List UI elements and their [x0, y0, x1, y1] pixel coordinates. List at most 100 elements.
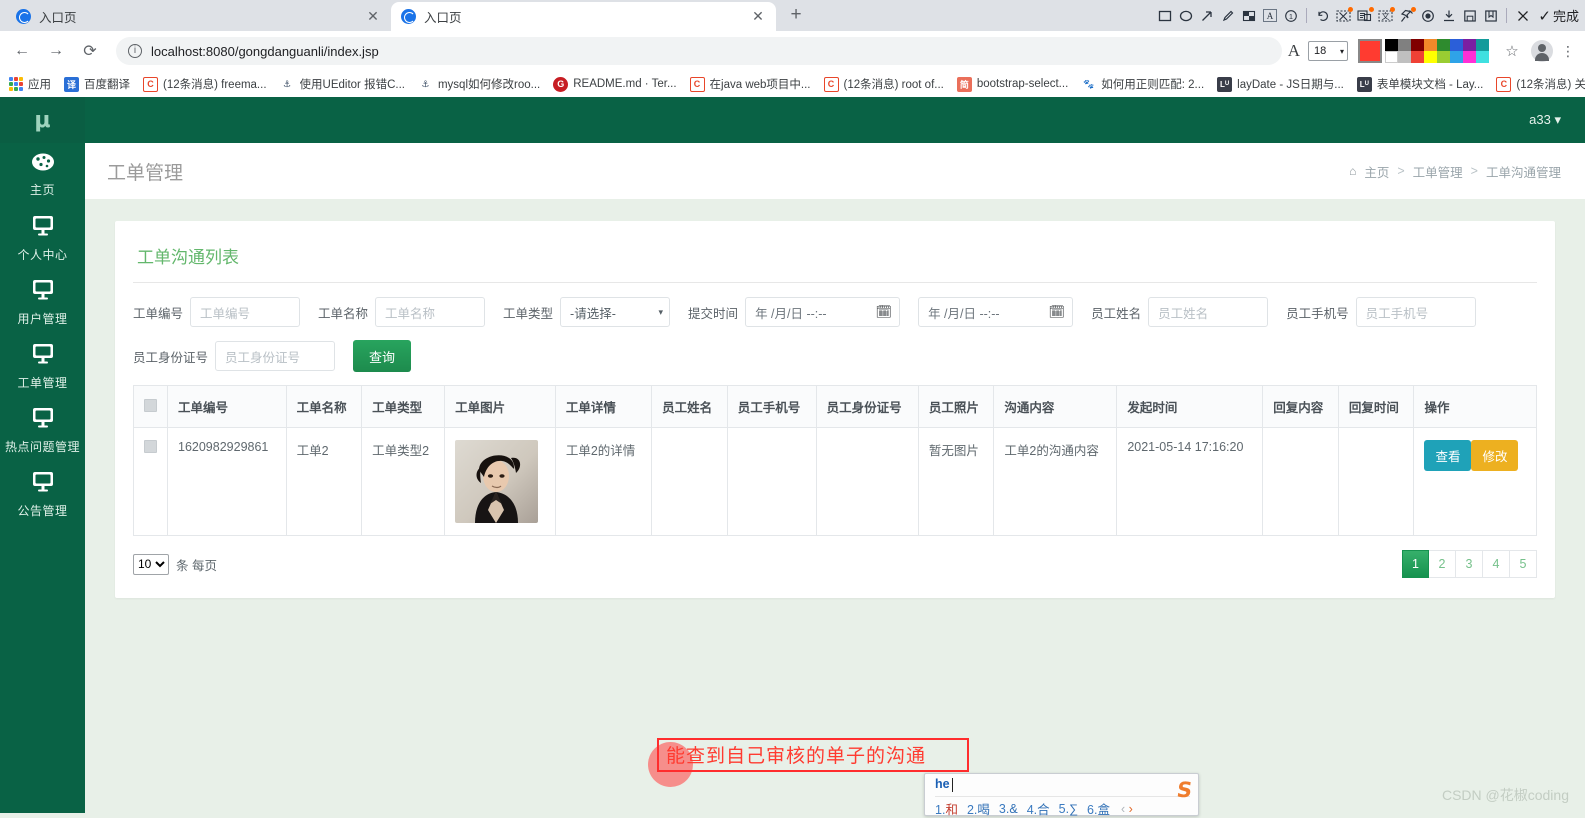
td-select[interactable]: [133, 427, 168, 536]
bookmark-item[interactable]: C (12条消息) freema...: [143, 76, 267, 92]
bookmark-item[interactable]: 🐾 如何用正则匹配: 2...: [1081, 76, 1204, 92]
page-button-2[interactable]: 2: [1429, 550, 1456, 578]
ime-candidate-1[interactable]: 1.和: [935, 799, 958, 818]
bookmark-item[interactable]: L U layDate - JS日期与...: [1217, 76, 1344, 92]
browser-tab-2[interactable]: 入口页 ✕: [391, 2, 776, 31]
ime-candidate-5[interactable]: 5.∑: [1059, 802, 1078, 816]
forward-icon[interactable]: →: [42, 37, 70, 65]
confirm-check-icon[interactable]: ✓: [1538, 7, 1551, 25]
close-icon[interactable]: ✕: [750, 8, 766, 25]
sidebar-item-profile[interactable]: 个人中心: [0, 207, 85, 271]
ime-candidate-6[interactable]: 6.盒: [1087, 799, 1110, 818]
ime-candidate-3[interactable]: 3.&: [999, 802, 1018, 816]
th-reply-time: 回复时间: [1337, 385, 1415, 428]
sidebar-item-hot-issues[interactable]: 热点问题管理: [0, 399, 85, 463]
breadcrumb-item-home[interactable]: 主页: [1364, 162, 1389, 181]
table-row[interactable]: 1620982929861 工单2 工单类型2 工单2的详情 暂无图片 工单2的…: [133, 427, 1537, 536]
ocr-tool-icon[interactable]: [1354, 5, 1375, 27]
font-size-select[interactable]: 18 ▾: [1308, 41, 1348, 61]
employee-id-input[interactable]: 员工身份证号: [215, 341, 336, 371]
page-size-select[interactable]: 10: [133, 553, 169, 575]
reload-icon[interactable]: ⟳: [76, 37, 104, 65]
translate-tool-icon[interactable]: 文: [1375, 5, 1396, 27]
serial-number-tool-icon[interactable]: 1: [1280, 5, 1301, 27]
page-button-1[interactable]: 1: [1402, 550, 1429, 578]
ime-prev-page[interactable]: ‹: [1121, 802, 1125, 816]
bookmark-item[interactable]: G README.md · Ter...: [553, 76, 677, 92]
new-tab-button[interactable]: +: [782, 2, 810, 30]
bookmark-label: 表单模块文档 - Lay...: [1376, 79, 1484, 91]
undo-tool-icon[interactable]: [1312, 5, 1333, 27]
sidebar-item-workorder[interactable]: 工单管理: [0, 335, 85, 399]
close-icon[interactable]: ✕: [365, 8, 381, 25]
ime-candidate-4[interactable]: 4.合: [1027, 799, 1050, 818]
cut-tool-icon[interactable]: [1333, 5, 1354, 27]
color-palette[interactable]: [1385, 39, 1489, 63]
pin-tool-icon[interactable]: [1396, 5, 1417, 27]
view-button[interactable]: 查看: [1424, 440, 1472, 471]
ime-candidate-2[interactable]: 2.喝: [967, 799, 990, 818]
submit-time-start[interactable]: 年 /月/日 --:-- 🗓: [745, 297, 901, 327]
browser-menu-icon[interactable]: ⋮: [1559, 44, 1577, 58]
profile-avatar[interactable]: [1531, 40, 1553, 62]
back-icon[interactable]: ←: [8, 37, 36, 65]
workorder-photo[interactable]: [455, 440, 539, 523]
ime-next-page[interactable]: ›: [1129, 802, 1133, 816]
arrow-tool-icon[interactable]: [1196, 5, 1217, 27]
select-all-checkbox[interactable]: [144, 398, 157, 412]
page-button-5[interactable]: 5: [1510, 550, 1537, 578]
bookmark-item[interactable]: ⚓ mysql如何修改roo...: [418, 76, 540, 92]
td-order-type: 工单类型2: [361, 427, 446, 536]
query-button[interactable]: 查询: [353, 340, 412, 372]
ellipse-tool-icon[interactable]: [1175, 5, 1196, 27]
address-bar[interactable]: i localhost:8080/gongdanguanli/index.jsp: [116, 37, 1282, 65]
submit-time-end[interactable]: 年 /月/日 --:-- 🗓: [918, 297, 1074, 327]
bookmark-item[interactable]: ⚓ 使用UEditor 报错C...: [280, 76, 405, 92]
current-color-swatch[interactable]: [1358, 39, 1382, 63]
bookmark-item[interactable]: L U 表单模块文档 - Lay...: [1356, 76, 1484, 92]
order-no-input[interactable]: 工单编号: [190, 297, 301, 327]
th-employee-photo: 员工照片: [917, 385, 995, 428]
sidebar-item-home[interactable]: 主页: [0, 143, 85, 207]
user-menu[interactable]: a33 ▾: [1529, 112, 1561, 128]
confirm-label[interactable]: 完成: [1553, 6, 1579, 25]
app-logo[interactable]: μ: [0, 97, 85, 143]
sidebar-item-announcement[interactable]: 公告管理: [0, 463, 85, 527]
badge-dot: [1369, 6, 1375, 12]
save-tool-icon[interactable]: [1459, 5, 1480, 27]
download-tool-icon[interactable]: [1438, 5, 1459, 27]
order-type-select[interactable]: -请选择- ▾: [560, 297, 671, 327]
sidebar-item-users[interactable]: 用户管理: [0, 271, 85, 335]
page-button-4[interactable]: 4: [1483, 550, 1510, 578]
order-name-input[interactable]: 工单名称: [375, 297, 486, 327]
text-tool-icon[interactable]: A: [1259, 5, 1280, 27]
browser-tab-1[interactable]: 入口页 ✕: [6, 2, 391, 31]
bookmark-item[interactable]: C (12条消息) root of...: [823, 76, 944, 92]
breadcrumb-item-workorder[interactable]: 工单管理: [1413, 162, 1463, 181]
edit-button[interactable]: 修改: [1471, 440, 1519, 471]
pen-tool-icon[interactable]: [1217, 5, 1238, 27]
calendar-icon[interactable]: 🗓: [1049, 304, 1066, 320]
bookmark-item[interactable]: C 在java web项目中...: [689, 76, 811, 92]
bookmark-apps[interactable]: 应用: [8, 76, 51, 92]
bookmark-item[interactable]: 译百度翻译: [64, 76, 130, 92]
th-select-all[interactable]: [133, 385, 168, 428]
search-form-row-1: 工单编号 工单编号 工单名称 工单名称 工单类型 -请选择- ▾ 提交时间 年 …: [133, 297, 1537, 327]
site-info-icon[interactable]: i: [128, 44, 142, 58]
calendar-icon[interactable]: 🗓: [876, 304, 893, 320]
collect-tool-icon[interactable]: [1480, 5, 1501, 27]
jianshu-icon: 简: [956, 76, 972, 92]
record-tool-icon[interactable]: [1417, 5, 1438, 27]
rectangle-tool-icon[interactable]: [1154, 5, 1175, 27]
svg-text:1: 1: [1289, 12, 1293, 21]
employee-name-input[interactable]: 员工姓名: [1148, 297, 1269, 327]
swatch: [1411, 39, 1424, 51]
page-button-3[interactable]: 3: [1456, 550, 1483, 578]
bookmark-item[interactable]: C (12条消息) 关于lay...: [1496, 76, 1585, 92]
bookmark-item[interactable]: 简 bootstrap-select...: [956, 76, 1068, 92]
row-checkbox[interactable]: [144, 440, 157, 453]
bookmark-star-icon[interactable]: ☆: [1499, 42, 1525, 60]
mosaic-tool-icon[interactable]: [1238, 5, 1259, 27]
cancel-tool-icon[interactable]: [1512, 5, 1533, 27]
employee-phone-input[interactable]: 员工手机号: [1355, 297, 1476, 327]
